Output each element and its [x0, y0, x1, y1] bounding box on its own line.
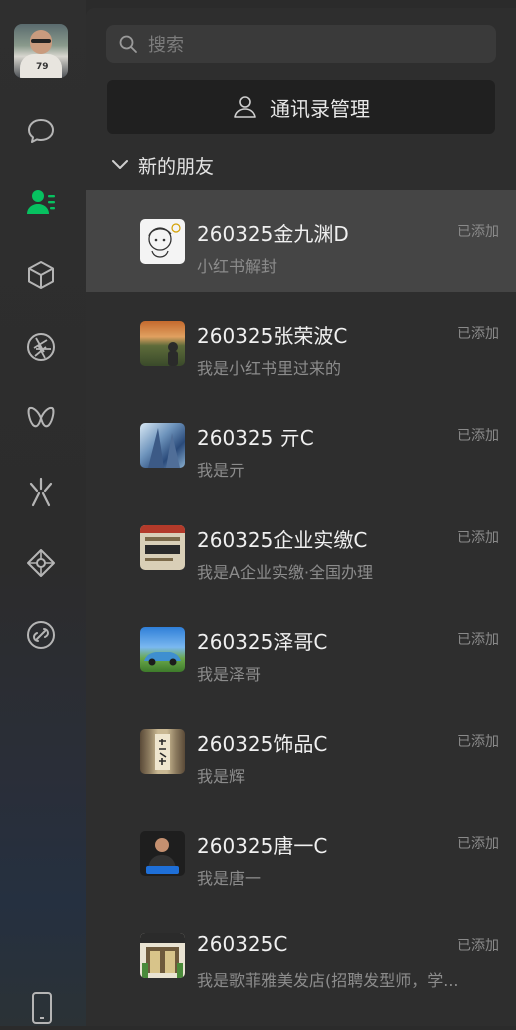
- search-placeholder: 搜索: [148, 35, 184, 56]
- search-input[interactable]: 搜索: [106, 25, 496, 63]
- list-item[interactable]: 260325 亓C 我是亓 已添加: [86, 394, 516, 496]
- section-title: 新的朋友: [138, 155, 215, 178]
- portrait-avatar: [140, 831, 185, 876]
- contact-message: 小红书解封: [197, 257, 278, 276]
- box-icon[interactable]: [23, 257, 59, 293]
- contact-message: 我是唐一: [197, 869, 262, 888]
- contacts-manage-button[interactable]: 通讯录管理: [107, 80, 495, 134]
- sidebar: 79: [0, 0, 86, 1026]
- status-badge: 已添加: [457, 632, 499, 648]
- avatar[interactable]: 79: [14, 24, 68, 78]
- storefront-avatar: [140, 933, 185, 978]
- aperture-icon[interactable]: [23, 329, 59, 365]
- contact-name: 260325金九渊D: [197, 222, 349, 246]
- contacts-icon[interactable]: [23, 184, 59, 220]
- contact-name: 260325C: [197, 932, 288, 956]
- status-badge: 已添加: [457, 836, 499, 852]
- contact-message: 我是小红书里过来的: [197, 359, 342, 378]
- chat-icon[interactable]: [23, 113, 59, 149]
- skyscraper-avatar: [140, 423, 185, 468]
- contact-name: 260325 亓C: [197, 426, 314, 450]
- contact-message: 我是辉: [197, 767, 246, 786]
- spark-icon[interactable]: [23, 474, 59, 510]
- contact-name: 260325泽哥C: [197, 630, 328, 654]
- search-icon: [119, 35, 137, 53]
- list-item[interactable]: 260325泽哥C 我是泽哥 已添加: [86, 598, 516, 700]
- new-friends-header[interactable]: 新的朋友: [110, 150, 214, 180]
- list-item[interactable]: 260325饰品C 我是辉 已添加: [86, 700, 516, 802]
- status-badge: 已添加: [457, 530, 499, 546]
- cartoon-avatar: [140, 219, 185, 264]
- contact-message: 我是泽哥: [197, 665, 262, 684]
- status-badge: 已添加: [457, 326, 499, 342]
- car-avatar: [140, 627, 185, 672]
- phone-icon[interactable]: [28, 990, 56, 1026]
- contacts-panel: 搜索 通讯录管理 新的朋友 260325金九渊D 小红书解封 已添加 26032…: [86, 8, 516, 1026]
- list-item[interactable]: 260325张荣波C 我是小红书里过来的 已添加: [86, 292, 516, 394]
- calligraphy-avatar: [140, 729, 185, 774]
- contact-name: 260325张荣波C: [197, 324, 348, 348]
- contact-name: 260325企业实缴C: [197, 528, 368, 552]
- list-item[interactable]: 260325C 我是歌菲雅美发店(招聘发型师，学... 已添加: [86, 904, 516, 1006]
- person-icon: [234, 96, 256, 118]
- contact-message: 我是亓: [197, 461, 246, 480]
- contact-name: 260325唐一C: [197, 834, 328, 858]
- landscape-avatar: [140, 321, 185, 366]
- diamond-icon[interactable]: [23, 545, 59, 581]
- manage-button-label: 通讯录管理: [270, 96, 370, 121]
- list-item[interactable]: 260325金九渊D 小红书解封 已添加: [86, 190, 516, 292]
- status-badge: 已添加: [457, 734, 499, 750]
- status-badge: 已添加: [457, 428, 499, 444]
- chevron-down-icon: [112, 160, 128, 169]
- butterfly-icon[interactable]: [23, 400, 59, 436]
- link-icon[interactable]: [23, 617, 59, 653]
- status-badge: 已添加: [457, 938, 499, 954]
- document-avatar: [140, 525, 185, 570]
- contact-name: 260325饰品C: [197, 732, 328, 756]
- status-badge: 已添加: [457, 224, 499, 240]
- contact-message: 我是歌菲雅美发店(招聘发型师，学...: [197, 971, 459, 990]
- contact-message: 我是A企业实缴·全国办理: [197, 563, 374, 582]
- list-item[interactable]: 260325企业实缴C 我是A企业实缴·全国办理 已添加: [86, 496, 516, 598]
- list-item[interactable]: 260325唐一C 我是唐一 已添加: [86, 802, 516, 904]
